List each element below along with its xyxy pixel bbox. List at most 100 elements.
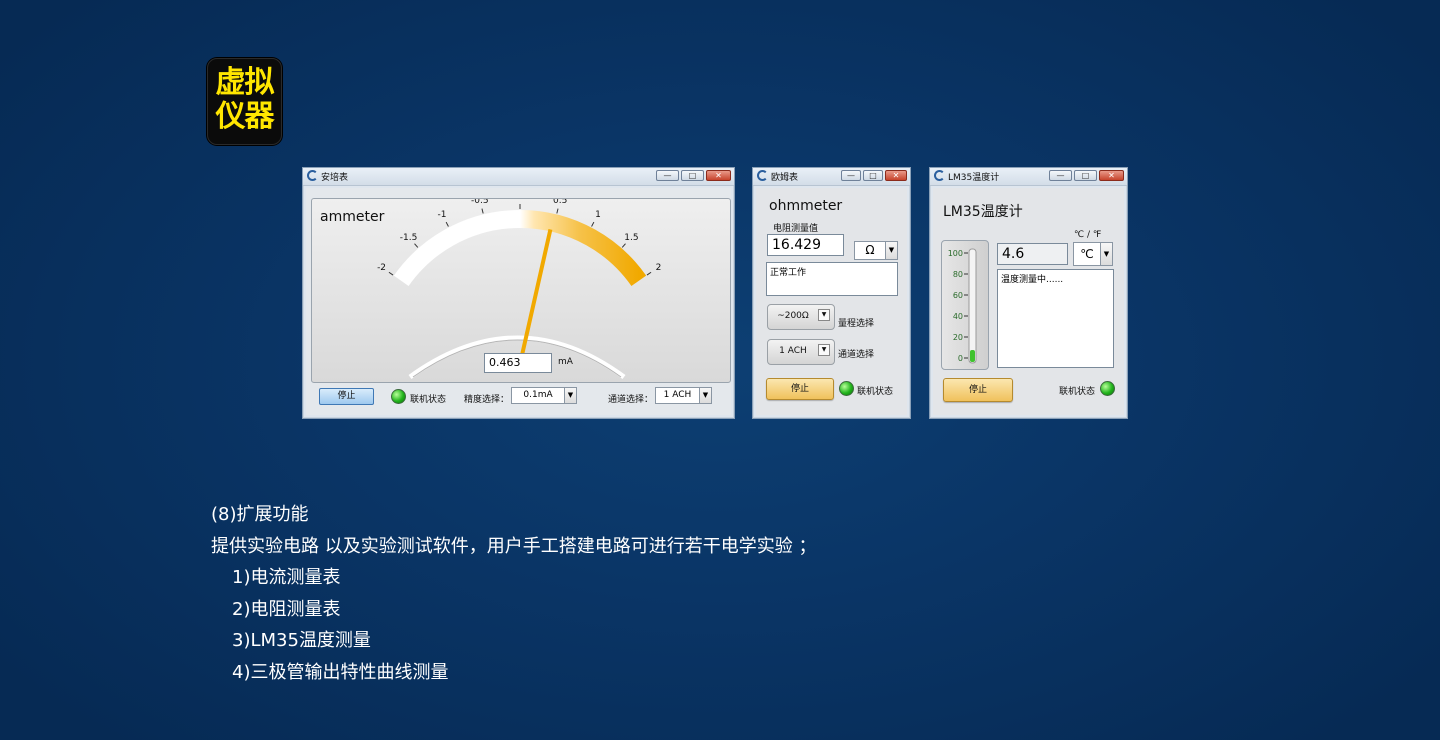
ammeter-window: 安培表 — □ ✕ ammeter -2 -1.5 -1 -0.5 0.5 1 … [302, 167, 735, 419]
ohm-unit-select[interactable]: Ω ▼ [854, 241, 898, 260]
gauge-tick-label: -1 [437, 210, 446, 220]
lm35-body: LM35温度计 ℃ / ℉ 100 80 60 40 20 0 4.6 ℃ ▼ 温度测量中… [933, 188, 1124, 415]
thermometer: 100 80 60 40 20 0 [948, 248, 977, 364]
minimize-button[interactable]: — [1049, 170, 1072, 181]
ammeter-titlebar[interactable]: 安培表 — □ ✕ [303, 168, 734, 186]
maximize-button[interactable]: □ [681, 170, 704, 181]
chevron-down-icon[interactable]: ▼ [885, 242, 897, 259]
thermometer-tube [968, 248, 977, 364]
channel-select-button[interactable]: 1 ACH ▼ [767, 339, 835, 365]
online-status-label: 联机状态 [857, 387, 894, 397]
online-status-led [839, 381, 854, 396]
feature-item: 2)电阻测量表 [232, 599, 341, 620]
close-button[interactable]: ✕ [1099, 170, 1124, 181]
gauge-tick [414, 243, 419, 248]
thermometer-scale-label: 60 [953, 291, 963, 300]
window-title: 欧姆表 [771, 173, 799, 183]
lm35-window: LM35温度计 — □ ✕ LM35温度计 ℃ / ℉ 100 80 60 40 20 0… [929, 167, 1128, 419]
precision-label: 精度选择： [464, 395, 510, 405]
channel-select-value: 1 ACH [779, 346, 807, 356]
precision-select[interactable]: 0.1mA ▼ [511, 387, 577, 404]
window-title: 安培表 [321, 173, 349, 183]
online-status-led [391, 389, 406, 404]
close-button[interactable]: ✕ [706, 170, 731, 181]
online-status-label: 联机状态 [410, 395, 447, 405]
feature-item: 4)三极管输出特性曲线测量 [232, 662, 449, 683]
channel-select-value: 1 ACH [663, 390, 692, 400]
badge-line-1: 虚拟 [215, 65, 275, 100]
ohm-unit-value: Ω [865, 243, 875, 257]
gauge-tick [646, 271, 652, 276]
chevron-down-icon[interactable]: ▼ [1100, 243, 1112, 265]
app-icon [757, 170, 768, 181]
gauge-tick [481, 208, 484, 214]
feature-item: 1)电流测量表 [232, 567, 341, 588]
virtual-instrument-badge: 虚拟 仪器 [207, 58, 282, 145]
section-heading: (8)扩展功能 [211, 504, 309, 525]
range-select-button[interactable]: ~200Ω ▼ [767, 304, 835, 330]
gauge-tick-label: 2 [656, 263, 662, 273]
gauge-tick [591, 221, 595, 227]
thermometer-level [970, 350, 975, 362]
thermometer-scale-label: 20 [953, 333, 963, 342]
thermometer-scale-label: 100 [948, 249, 963, 258]
gauge-tick [621, 243, 626, 248]
gauge-tick [388, 271, 394, 276]
ohmmeter-panel-title: ohmmeter [769, 198, 843, 214]
ammeter-reading: 0.463 [484, 353, 552, 373]
ohm-status-text: 正常工作 [766, 262, 898, 296]
stop-button[interactable]: 停止 [766, 378, 834, 400]
gauge-tick-label: -2 [377, 263, 386, 273]
range-select-value: ~200Ω [777, 311, 809, 321]
maximize-button[interactable]: □ [1074, 170, 1097, 181]
channel-label: 通道选择： [608, 395, 654, 405]
resistance-label: 电阻测量值 [773, 224, 819, 234]
stop-button[interactable]: 停止 [319, 388, 374, 405]
precision-select-value: 0.1mA [523, 390, 553, 400]
gauge-arc [393, 210, 647, 287]
unit-toggle-label: ℃ / ℉ [1074, 230, 1102, 240]
close-button[interactable]: ✕ [885, 170, 907, 181]
gauge-tick-label: 1 [595, 210, 601, 220]
gauge-tick-label: 0 [517, 199, 523, 201]
app-icon [934, 170, 945, 181]
maximize-button[interactable]: □ [863, 170, 883, 181]
badge-line-2: 仪器 [215, 99, 275, 134]
chevron-down-icon[interactable]: ▼ [564, 388, 576, 403]
lm35-titlebar[interactable]: LM35温度计 — □ ✕ [930, 168, 1127, 186]
ammeter-gauge-panel: ammeter -2-1.5-1-0.500. [311, 198, 731, 383]
gauge-tick [556, 208, 559, 214]
ohmmeter-body: ohmmeter 电阻测量值 16.429 Ω ▼ 正常工作 ~200Ω ▼ 量… [756, 188, 907, 415]
gauge-tick-label: 1.5 [624, 233, 638, 243]
section-intro: 提供实验电路 以及实验测试软件，用户手工搭建电路可进行若干电学实验 ； [211, 536, 817, 557]
app-icon [307, 170, 318, 181]
channel-select[interactable]: 1 ACH ▼ [655, 387, 712, 404]
lm35-panel-title: LM35温度计 [943, 204, 1023, 220]
minimize-button[interactable]: — [656, 170, 679, 181]
gauge-tick-label: -0.5 [471, 199, 489, 206]
thermometer-scale-label: 40 [953, 312, 963, 321]
resistance-reading: 16.429 [767, 234, 844, 256]
chevron-down-icon[interactable]: ▼ [699, 388, 711, 403]
gauge-tick-label: -1.5 [400, 233, 418, 243]
ammeter-unit: mA [558, 357, 573, 367]
range-label: 量程选择 [838, 319, 875, 329]
temperature-unit-select[interactable]: ℃ ▼ [1073, 242, 1113, 266]
chevron-down-icon: ▼ [818, 309, 830, 321]
channel-label: 通道选择 [838, 350, 875, 360]
ohmmeter-window: 欧姆表 — □ ✕ ohmmeter 电阻测量值 16.429 Ω ▼ 正常工作… [752, 167, 911, 419]
thermometer-scale-label: 80 [953, 270, 963, 279]
temperature-status-text: 温度测量中...... [997, 269, 1114, 368]
thermometer-panel: 100 80 60 40 20 0 [941, 240, 989, 370]
gauge-tick-label: 0.5 [553, 199, 567, 206]
minimize-button[interactable]: — [841, 170, 861, 181]
stop-button[interactable]: 停止 [943, 378, 1013, 402]
feature-item: 3)LM35温度测量 [232, 630, 371, 651]
temperature-unit-value: ℃ [1080, 247, 1094, 261]
online-status-led [1100, 381, 1115, 396]
thermometer-scale-label: 0 [958, 354, 963, 363]
chevron-down-icon: ▼ [818, 344, 830, 356]
ammeter-body: ammeter -2-1.5-1-0.500. [306, 188, 731, 415]
ohmmeter-titlebar[interactable]: 欧姆表 — □ ✕ [753, 168, 910, 186]
window-title: LM35温度计 [948, 173, 1000, 183]
